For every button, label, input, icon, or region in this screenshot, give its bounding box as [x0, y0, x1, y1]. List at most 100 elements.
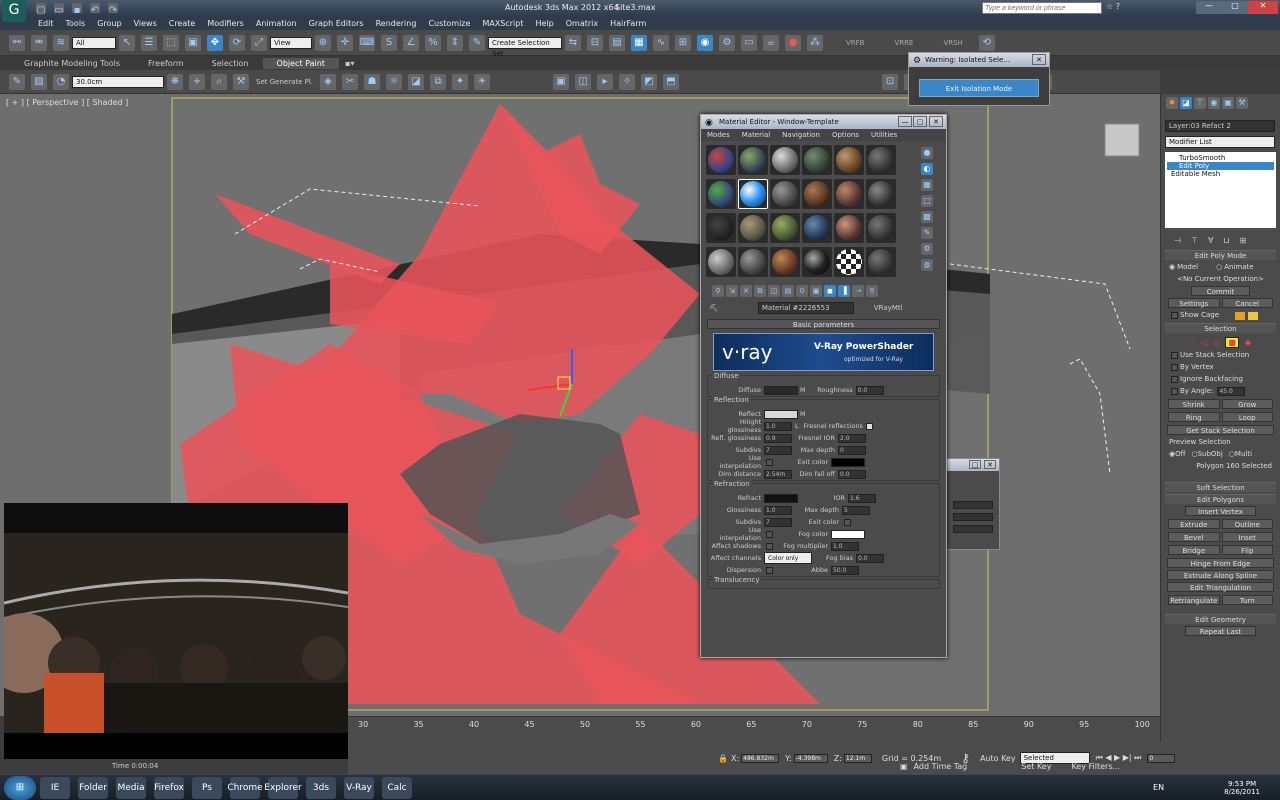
go-sibling-icon[interactable]: ⇢	[852, 285, 864, 297]
sample-slot[interactable]	[834, 145, 864, 175]
soft-selection-rollout[interactable]: Soft Selection	[1165, 482, 1276, 492]
affect-shadows-checkbox[interactable]	[766, 542, 773, 550]
edit-polygons-rollout[interactable]: Edit Polygons	[1165, 494, 1276, 504]
dim-distance-spinner[interactable]: 2.54m	[764, 469, 792, 479]
sample-slot[interactable]	[866, 179, 896, 209]
remove-modifier-icon[interactable]: ⊔	[1223, 236, 1229, 245]
refr-use-interp-checkbox[interactable]	[766, 530, 773, 538]
snaps-toggle-icon[interactable]: S	[381, 34, 397, 51]
angle-snap-icon[interactable]: ∠	[403, 34, 419, 51]
put-library-icon[interactable]: ▤	[782, 285, 794, 297]
flip-button[interactable]: Flip	[1221, 545, 1273, 555]
modify-tab-icon[interactable]: ◪	[1180, 97, 1192, 109]
fog-color-swatch[interactable]	[831, 529, 865, 539]
dispersion-checkbox[interactable]	[766, 566, 773, 574]
paint-options-icon[interactable]: ◔	[53, 73, 69, 90]
pin-stack-icon[interactable]: ⊣	[1174, 236, 1181, 245]
floating-panel-close[interactable]: ✕	[984, 460, 996, 469]
tool-icon-e[interactable]: ◪	[408, 73, 425, 90]
vertex-mode-icon[interactable]: ∴	[1190, 338, 1195, 347]
fresnel-ior-spinner[interactable]: 2.0	[838, 433, 866, 443]
undo-icon[interactable]: ↶	[90, 3, 100, 16]
outline-button[interactable]: Outline	[1221, 519, 1273, 529]
material-editor-icon[interactable]: ◉	[697, 34, 713, 51]
viewport-label[interactable]: [ + ] [ Perspective ] [ Shaded ]	[6, 98, 128, 107]
window-crossing-icon[interactable]: ▣	[185, 34, 201, 51]
bind-spacewarp-icon[interactable]: ≋	[53, 34, 69, 51]
keyboard-shortcut-icon[interactable]: ⌨	[359, 34, 375, 51]
rotate-icon[interactable]: ⟳	[229, 34, 245, 51]
polygon-mode-icon[interactable]: ■	[1225, 336, 1239, 348]
ring-button[interactable]: Ring	[1168, 412, 1220, 422]
fog-bias-spinner[interactable]: 0.0	[856, 553, 884, 563]
dim-falloff-spinner[interactable]: 0.0	[838, 469, 866, 479]
animate-radio[interactable]: ○	[1216, 262, 1222, 273]
selection-filter-dropdown[interactable]: All	[72, 36, 116, 49]
cage-selected-color-swatch[interactable]	[1248, 311, 1259, 320]
select-by-material-icon[interactable]: ◍	[921, 259, 933, 271]
get-stack-selection-button[interactable]: Get Stack Selection	[1167, 425, 1274, 435]
unlink-icon[interactable]: ⚮	[31, 34, 47, 51]
modifier-list-dropdown[interactable]: Modifier List	[1165, 136, 1275, 148]
sample-slot[interactable]	[802, 247, 832, 277]
turn-button[interactable]: Turn	[1221, 595, 1273, 605]
timeline[interactable]: 30 35 40 45 50 55 60 65 70 75 80 85 90 9…	[348, 716, 1160, 742]
me-menu-material[interactable]: Material	[742, 129, 770, 141]
sample-slot[interactable]	[802, 179, 832, 209]
tool-icon-l[interactable]: ✧	[619, 73, 636, 90]
taskbar-media-icon[interactable]: Media	[116, 776, 146, 799]
add-time-tag-icon[interactable]: ▣	[900, 762, 908, 771]
eyedropper-icon[interactable]: ⛏	[709, 304, 718, 312]
sample-slot[interactable]	[738, 247, 768, 277]
bridge-button[interactable]: Bridge	[1168, 545, 1220, 555]
grow-button[interactable]: Grow	[1221, 399, 1273, 409]
refl-use-interp-checkbox[interactable]	[766, 458, 773, 466]
tool-icon-f[interactable]: ⧉	[430, 73, 447, 90]
scale-icon[interactable]: ⤢	[251, 34, 267, 51]
me-menu-options[interactable]: Options	[832, 129, 859, 141]
me-menu-navigation[interactable]: Navigation	[782, 129, 820, 141]
affect-channels-dropdown[interactable]: Color only	[764, 552, 812, 564]
mirror-icon[interactable]: ⇆	[565, 34, 581, 51]
vray-vrsh-button[interactable]: VRSH	[943, 39, 962, 47]
basic-parameters-rollout[interactable]: Basic parameters	[707, 319, 940, 329]
tool-icon-h[interactable]: ☀	[474, 73, 491, 90]
hierarchy-tab-icon[interactable]: ⊤	[1194, 97, 1206, 109]
sample-slot[interactable]	[866, 213, 896, 243]
tool-icon-i[interactable]: ▣	[553, 73, 570, 90]
commit-button[interactable]: Commit	[1191, 286, 1250, 296]
fresnel-checkbox[interactable]	[865, 422, 873, 430]
sample-slot[interactable]	[738, 213, 768, 243]
taskbar-calculator-icon[interactable]: Calc	[382, 776, 412, 799]
refl-gloss-spinner[interactable]: 0.9	[764, 433, 792, 443]
element-mode-icon[interactable]: ◆	[1245, 338, 1251, 347]
tool-icon-j[interactable]: ◫	[575, 73, 592, 90]
me-maximize-button[interactable]: □	[913, 116, 927, 127]
save-icon[interactable]: ▪	[72, 3, 82, 16]
uv-tiling-icon[interactable]: □	[921, 195, 933, 207]
menu-omatrix[interactable]: Omatrix	[566, 19, 598, 28]
me-close-button[interactable]: ✕	[929, 116, 943, 127]
stack-item[interactable]: Edit Poly	[1167, 162, 1274, 170]
refract-swatch[interactable]	[764, 493, 798, 503]
taskbar-3dsmax-icon[interactable]: 3ds	[306, 776, 336, 799]
motion-tab-icon[interactable]: ◉	[1208, 97, 1220, 109]
show-map-icon[interactable]: ▣	[810, 285, 822, 297]
rendered-frame-icon[interactable]: ▭	[741, 34, 757, 51]
sample-slot[interactable]	[770, 145, 800, 175]
sample-slot[interactable]	[706, 247, 736, 277]
loop-button[interactable]: Loop	[1221, 412, 1273, 422]
sample-slot[interactable]	[866, 145, 896, 175]
tool-icon-k[interactable]: ▸	[597, 73, 614, 90]
sample-slot[interactable]	[802, 213, 832, 243]
refl-max-depth-spinner[interactable]: 0	[838, 445, 866, 455]
spinner-snap-icon[interactable]: ⇕	[447, 34, 463, 51]
redo-icon[interactable]: ↷	[108, 3, 118, 16]
vray-vrfb-button[interactable]: VRFB	[846, 39, 864, 47]
tab-graphite-modeling-tools[interactable]: Graphite Modeling Tools	[10, 58, 134, 69]
taskbar-ie-icon[interactable]: IE	[40, 776, 70, 799]
taskbar-chrome-icon[interactable]: Chrome	[227, 776, 263, 799]
sample-slot[interactable]	[834, 247, 864, 277]
by-vertex-checkbox[interactable]	[1171, 364, 1178, 371]
zoom-icon[interactable]: ⌕	[211, 73, 227, 90]
